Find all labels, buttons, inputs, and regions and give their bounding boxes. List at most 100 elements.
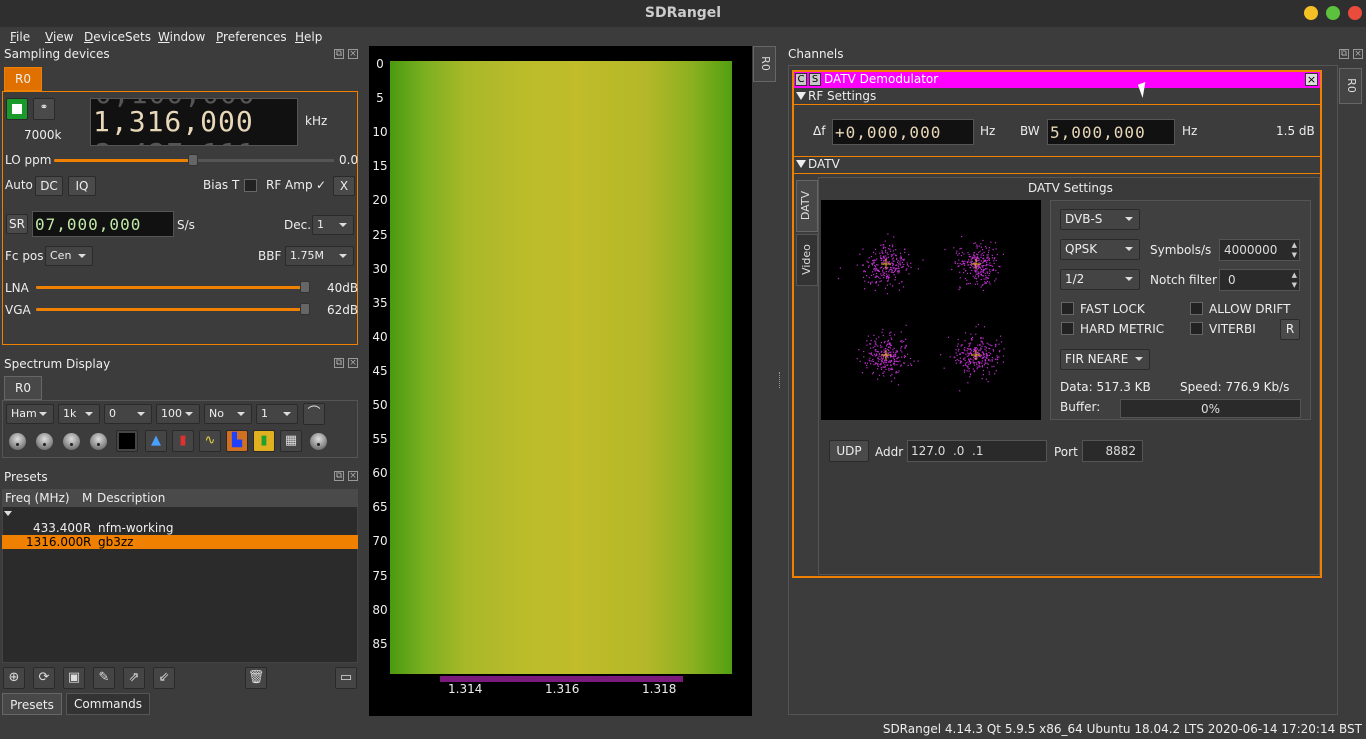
maximize-button[interactable] bbox=[1326, 6, 1340, 20]
allow-drift-checkbox[interactable] bbox=[1190, 302, 1203, 315]
c-button[interactable]: C bbox=[795, 73, 807, 86]
import-icon[interactable]: ⇙ bbox=[153, 667, 175, 689]
float-icon[interactable]: ⧉ bbox=[1339, 49, 1349, 59]
symbols-spinbox[interactable]: 4000000 ▲ ▼ bbox=[1219, 239, 1300, 261]
waterfall-display[interactable] bbox=[390, 61, 732, 674]
header-freq[interactable]: Freq (MHz) bbox=[5, 491, 70, 505]
header-mode[interactable]: M bbox=[82, 491, 92, 505]
vga-slider[interactable] bbox=[36, 308, 306, 311]
lo-ppm-slider[interactable] bbox=[54, 159, 194, 162]
export-icon[interactable]: ⇗ bbox=[123, 667, 145, 689]
refresh-icon[interactable]: ⟳ bbox=[33, 667, 55, 689]
bias-t-checkbox[interactable] bbox=[244, 179, 257, 192]
delete-icon[interactable]: 🗑 bbox=[245, 667, 267, 689]
close-icon[interactable]: × bbox=[348, 471, 358, 481]
max-hold-icon[interactable]: ∿ bbox=[199, 430, 221, 452]
iq-button[interactable]: IQ bbox=[68, 176, 96, 196]
device-side-tab[interactable]: R0 bbox=[753, 46, 776, 82]
menu-preferences[interactable]: Preferences bbox=[216, 27, 287, 47]
menu-view[interactable]: View bbox=[45, 27, 73, 47]
menu-help[interactable]: Help bbox=[295, 27, 322, 47]
tab-r0[interactable]: R0 bbox=[4, 67, 42, 91]
add-preset-icon[interactable]: ⊕ bbox=[3, 667, 25, 689]
menu-file[interactable]: File bbox=[10, 27, 30, 47]
float-icon[interactable]: ⧉ bbox=[334, 471, 344, 481]
dc-button[interactable]: DC bbox=[35, 176, 63, 196]
vga-handle[interactable] bbox=[300, 303, 310, 315]
delta-f-dial[interactable]: +0,000,000 bbox=[832, 119, 974, 145]
spectrum-mountain-icon[interactable]: ▲ bbox=[145, 430, 167, 452]
fec-combo[interactable]: 1/2 bbox=[1060, 269, 1140, 290]
knob-icon[interactable] bbox=[36, 433, 53, 450]
rf-settings-arrow-icon[interactable] bbox=[796, 92, 806, 100]
channels-side-tab[interactable]: R0 bbox=[1339, 68, 1362, 104]
reset-button[interactable]: R bbox=[1280, 319, 1300, 340]
fcpos-combo[interactable]: Cen bbox=[45, 246, 93, 266]
ref-level-combo[interactable]: 0 bbox=[104, 404, 152, 424]
expand-arrow-icon[interactable] bbox=[4, 511, 12, 516]
datv-arrow-icon[interactable] bbox=[796, 160, 806, 168]
waterfall-color-icon[interactable]: ▙ bbox=[226, 430, 248, 452]
datv-demod-titlebar[interactable]: C S DATV Demodulator × bbox=[794, 72, 1320, 88]
black-square-icon[interactable] bbox=[116, 430, 138, 452]
menu-window[interactable]: Window bbox=[158, 27, 205, 47]
decimation-combo[interactable]: 1 bbox=[312, 215, 354, 235]
bw-dial[interactable]: 5,000,000 bbox=[1047, 119, 1175, 145]
close-icon[interactable]: × bbox=[348, 49, 358, 59]
record-button[interactable]: ⚭ bbox=[33, 98, 55, 120]
lna-handle[interactable] bbox=[300, 281, 310, 293]
spin-arrows-icon[interactable]: ▲ ▼ bbox=[1292, 270, 1297, 290]
hard-metric-checkbox[interactable] bbox=[1061, 322, 1074, 335]
close-icon[interactable]: × bbox=[1353, 49, 1363, 59]
port-input[interactable]: 8882 bbox=[1082, 440, 1143, 462]
averaging-combo[interactable]: No bbox=[204, 404, 252, 424]
lo-ppm-handle[interactable] bbox=[188, 154, 198, 166]
minimize-button[interactable] bbox=[1304, 6, 1318, 20]
float-icon[interactable]: ⧉ bbox=[334, 358, 344, 368]
close-button[interactable] bbox=[1348, 6, 1362, 20]
sample-rate-dial[interactable]: 07,000,000 bbox=[32, 211, 174, 237]
udp-button[interactable]: UDP bbox=[829, 440, 869, 462]
tab-presets[interactable]: Presets bbox=[2, 693, 62, 715]
lna-slider[interactable] bbox=[36, 286, 306, 289]
bbf-combo[interactable]: 1.75M bbox=[285, 246, 354, 266]
waterfall-icon[interactable]: ▮ bbox=[253, 430, 275, 452]
preset-row-selected[interactable]: 1316.000 R gb3zz bbox=[2, 535, 358, 549]
s-button[interactable]: S bbox=[809, 73, 821, 86]
x-button[interactable]: X bbox=[333, 176, 355, 196]
sr-button[interactable]: SR bbox=[6, 214, 28, 234]
load-icon[interactable]: ▭ bbox=[335, 667, 357, 689]
knob-icon[interactable] bbox=[310, 433, 327, 450]
decimation-combo[interactable]: 1 bbox=[256, 404, 298, 424]
tab-commands[interactable]: Commands bbox=[66, 693, 150, 715]
splitter-handle[interactable] bbox=[779, 372, 782, 388]
standard-combo[interactable]: DVB-S bbox=[1060, 209, 1140, 230]
knob-icon[interactable] bbox=[63, 433, 80, 450]
notch-spinbox[interactable]: 0 ▲ ▼ bbox=[1219, 269, 1300, 291]
start-stop-button[interactable] bbox=[6, 98, 28, 120]
center-frequency-dial[interactable]: 0,100,000 1,316,000 2,427,111 bbox=[90, 98, 298, 146]
rf-amp-check[interactable]: ✓ bbox=[316, 178, 326, 192]
window-combo[interactable]: Ham bbox=[6, 404, 54, 424]
tab-r0[interactable]: R0 bbox=[4, 376, 42, 400]
range-combo[interactable]: 100 bbox=[156, 404, 200, 424]
viterbi-checkbox[interactable] bbox=[1190, 322, 1203, 335]
close-icon[interactable]: × bbox=[348, 358, 358, 368]
fast-lock-checkbox[interactable] bbox=[1061, 302, 1074, 315]
curve-icon[interactable]: ⌒ bbox=[303, 403, 325, 425]
datv-tab-datv[interactable]: DATV bbox=[796, 180, 818, 232]
datv-section-header[interactable]: DATV bbox=[808, 157, 840, 171]
close-icon[interactable]: × bbox=[1305, 73, 1318, 86]
knob-icon[interactable] bbox=[9, 433, 26, 450]
datv-tab-video[interactable]: Video bbox=[796, 234, 818, 286]
preset-row[interactable]: 433.400 R nfm-working bbox=[2, 521, 358, 535]
menu-devicesets[interactable]: DeviceSets bbox=[84, 27, 151, 47]
knob-icon[interactable] bbox=[90, 433, 107, 450]
rf-settings-header[interactable]: RF Settings bbox=[808, 89, 876, 103]
addr-input[interactable]: 127.0 .0 .1 bbox=[907, 440, 1047, 462]
save-icon[interactable]: ▣ bbox=[63, 667, 85, 689]
filter-combo[interactable]: FIR NEARE bbox=[1060, 349, 1150, 370]
modulation-combo[interactable]: QPSK bbox=[1060, 239, 1140, 260]
grid-icon[interactable]: ▦ bbox=[280, 430, 302, 452]
spin-arrows-icon[interactable]: ▲ ▼ bbox=[1292, 240, 1297, 260]
